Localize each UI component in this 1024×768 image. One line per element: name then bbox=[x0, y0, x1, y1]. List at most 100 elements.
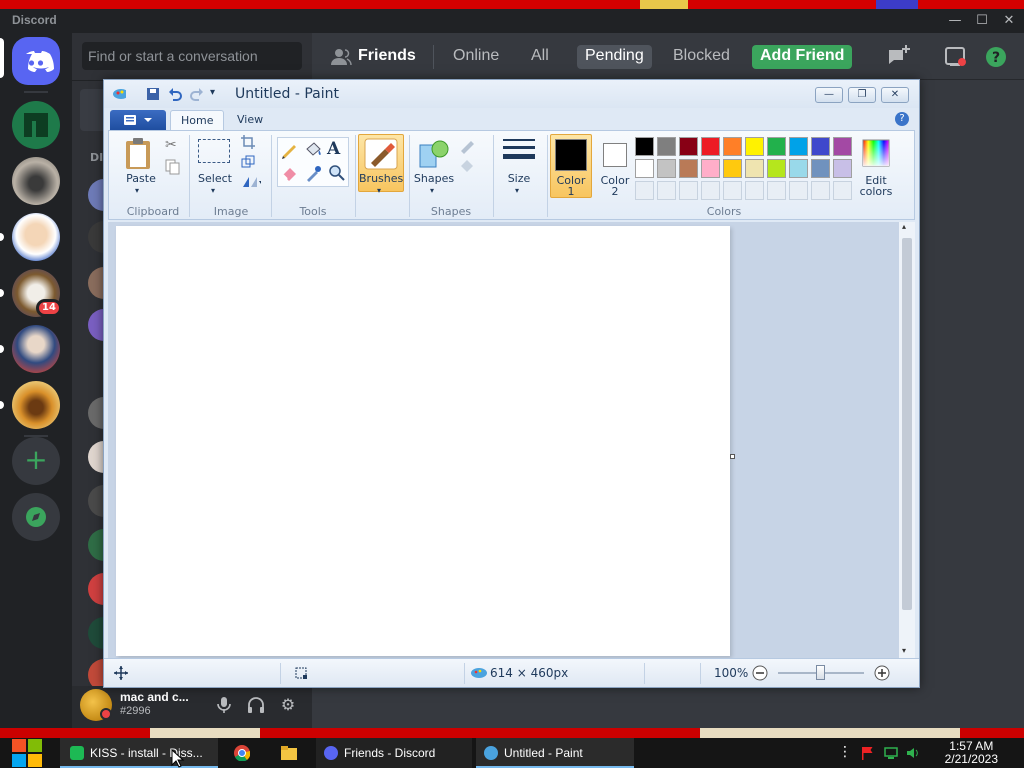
palette-swatch[interactable] bbox=[833, 159, 852, 178]
redo-icon[interactable] bbox=[190, 87, 204, 101]
network-icon[interactable] bbox=[884, 746, 898, 760]
zoom-out-icon[interactable] bbox=[752, 665, 768, 681]
select-button[interactable]: Select bbox=[195, 173, 235, 184]
discord-home-button[interactable] bbox=[12, 37, 60, 85]
paint-app-icon[interactable] bbox=[112, 87, 126, 101]
palette-swatch[interactable] bbox=[789, 159, 808, 178]
scroll-down-icon[interactable]: ▾ bbox=[902, 646, 906, 655]
rotate-icon[interactable] bbox=[241, 175, 261, 195]
windows-start-icon[interactable] bbox=[12, 738, 44, 768]
custom-color-slot[interactable] bbox=[745, 181, 764, 200]
tray-overflow-icon[interactable]: ⋮ bbox=[838, 744, 852, 760]
custom-color-slot[interactable] bbox=[767, 181, 786, 200]
taskbar-item-discord[interactable]: Friends - Discord bbox=[316, 738, 472, 768]
custom-color-slot[interactable] bbox=[679, 181, 698, 200]
custom-color-slot[interactable] bbox=[657, 181, 676, 200]
cut-icon[interactable]: ✂ bbox=[165, 137, 185, 157]
resize-icon[interactable] bbox=[241, 155, 261, 175]
palette-swatch[interactable] bbox=[701, 159, 720, 178]
color2-swatch[interactable] bbox=[603, 143, 627, 167]
file-menu-button[interactable] bbox=[110, 110, 166, 130]
server-5[interactable] bbox=[12, 325, 60, 373]
tab-online[interactable]: Online bbox=[445, 45, 507, 69]
palette-swatch[interactable] bbox=[701, 137, 720, 156]
tab-home[interactable]: Home bbox=[170, 110, 225, 130]
headphones-icon[interactable] bbox=[246, 695, 266, 715]
palette-swatch[interactable] bbox=[657, 137, 676, 156]
color-picker-icon[interactable] bbox=[303, 163, 323, 183]
add-friend-button[interactable]: Add Friend bbox=[752, 45, 853, 69]
undo-icon[interactable] bbox=[168, 87, 182, 101]
eraser-icon[interactable] bbox=[280, 163, 300, 183]
tab-view[interactable]: View bbox=[227, 110, 273, 130]
server-3[interactable] bbox=[12, 213, 60, 261]
custom-color-slot[interactable] bbox=[811, 181, 830, 200]
taskbar-item-paint[interactable]: Untitled - Paint bbox=[476, 738, 634, 768]
server-6[interactable] bbox=[12, 381, 60, 429]
fill-bucket-icon[interactable] bbox=[303, 140, 323, 160]
size-button[interactable]: Size bbox=[501, 173, 537, 184]
taskbar-item-kiss[interactable]: KISS - install - Diss... bbox=[60, 738, 218, 768]
palette-swatch[interactable] bbox=[745, 159, 764, 178]
custom-color-slot[interactable] bbox=[723, 181, 742, 200]
palette-swatch[interactable] bbox=[745, 137, 764, 156]
tab-pending[interactable]: Pending bbox=[577, 45, 652, 69]
volume-icon[interactable] bbox=[906, 746, 920, 760]
palette-swatch[interactable] bbox=[635, 159, 654, 178]
zoom-slider-thumb[interactable] bbox=[816, 665, 825, 680]
palette-swatch[interactable] bbox=[723, 137, 742, 156]
search-input[interactable]: Find or start a conversation bbox=[82, 42, 302, 70]
palette-swatch[interactable] bbox=[811, 137, 830, 156]
server-2[interactable] bbox=[12, 157, 60, 205]
custom-color-slot[interactable] bbox=[635, 181, 654, 200]
palette-swatch[interactable] bbox=[635, 137, 654, 156]
minimize-icon[interactable]: — bbox=[946, 12, 964, 30]
palette-swatch[interactable] bbox=[767, 137, 786, 156]
custom-color-slot[interactable] bbox=[789, 181, 808, 200]
explore-servers-button[interactable] bbox=[12, 493, 60, 541]
palette-swatch[interactable] bbox=[789, 137, 808, 156]
paste-button[interactable]: Paste bbox=[123, 173, 159, 184]
palette-swatch[interactable] bbox=[657, 159, 676, 178]
canvas-resize-handle-right[interactable] bbox=[730, 454, 735, 459]
fill-icon[interactable] bbox=[459, 157, 479, 177]
custom-color-slot[interactable] bbox=[701, 181, 720, 200]
copy-icon[interactable] bbox=[165, 159, 185, 179]
close-icon[interactable]: ✕ bbox=[1000, 12, 1018, 30]
tab-all[interactable]: All bbox=[523, 45, 557, 69]
settings-gear-icon[interactable]: ⚙ bbox=[278, 695, 298, 715]
scrollbar-thumb[interactable] bbox=[902, 238, 912, 610]
palette-swatch[interactable] bbox=[833, 137, 852, 156]
taskbar-clock[interactable]: 1:57 AM 2/21/2023 bbox=[945, 740, 998, 766]
crop-icon[interactable] bbox=[241, 135, 261, 155]
palette-swatch[interactable] bbox=[723, 159, 742, 178]
palette-swatch[interactable] bbox=[767, 159, 786, 178]
outline-icon[interactable] bbox=[459, 137, 479, 157]
drawing-canvas[interactable] bbox=[116, 226, 730, 656]
tab-blocked[interactable]: Blocked bbox=[665, 45, 738, 69]
server-manjaro[interactable] bbox=[12, 101, 60, 149]
add-server-button[interactable]: + bbox=[12, 437, 60, 485]
zoom-in-icon[interactable] bbox=[874, 665, 890, 681]
save-icon[interactable] bbox=[146, 87, 160, 101]
pencil-icon[interactable] bbox=[280, 140, 300, 160]
shapes-button[interactable]: Shapes bbox=[413, 173, 455, 184]
palette-swatch[interactable] bbox=[679, 137, 698, 156]
shapes-dropdown-icon[interactable]: ▾ bbox=[430, 185, 434, 196]
canvas-area[interactable] bbox=[108, 222, 899, 658]
palette-swatch[interactable] bbox=[811, 159, 830, 178]
paint-close-button[interactable]: ✕ bbox=[881, 87, 909, 103]
paste-dropdown-icon[interactable]: ▾ bbox=[135, 185, 139, 196]
size-dropdown-icon[interactable]: ▾ bbox=[515, 185, 519, 196]
microphone-icon[interactable] bbox=[214, 695, 234, 715]
new-group-dm-icon[interactable] bbox=[886, 43, 912, 69]
select-dropdown-icon[interactable]: ▾ bbox=[211, 185, 215, 196]
scroll-up-icon[interactable]: ▴ bbox=[902, 222, 906, 231]
maximize-icon[interactable]: ☐ bbox=[973, 12, 991, 30]
magnifier-icon[interactable] bbox=[327, 163, 347, 183]
text-tool-icon[interactable]: A bbox=[327, 139, 347, 159]
vertical-scrollbar[interactable]: ▴ ▾ bbox=[899, 222, 915, 658]
paint-minimize-button[interactable]: — bbox=[815, 87, 843, 103]
chrome-icon[interactable] bbox=[234, 745, 250, 761]
custom-color-slot[interactable] bbox=[833, 181, 852, 200]
